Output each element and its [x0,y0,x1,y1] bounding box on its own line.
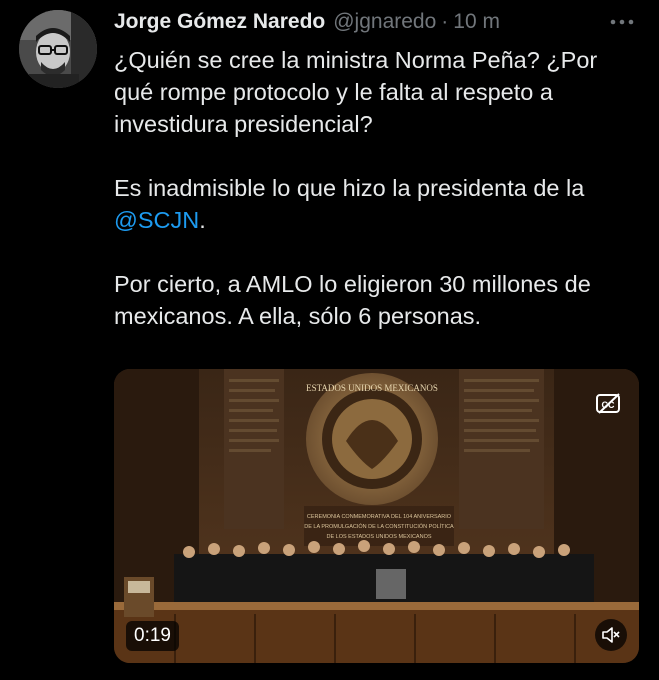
captions-button[interactable]: CC [595,392,623,416]
volume-muted-icon [602,627,620,643]
tweet-paragraph-1: ¿Quién se cree la ministra Norma Peña? ¿… [114,47,598,137]
mention-link[interactable]: @SCJN [114,207,199,233]
more-button[interactable] [605,7,639,37]
mute-button[interactable] [595,619,627,651]
banner-line-2: DE LA PROMULGACIÓN DE LA CONSTITUCIÓN PO… [304,523,454,530]
tweet-header: Jorge Gómez Naredo @jgnaredo · 10 m [114,7,639,37]
header-separator: · [441,10,449,33]
tweet-text: ¿Quién se cree la ministra Norma Peña? ¿… [114,44,639,332]
video-player[interactable]: ESTADOS UNIDOS MEXICANOS CEREMONIA CONME… [114,369,639,663]
more-horizontal-icon [610,19,634,25]
seal-text: ESTADOS UNIDOS MEXICANOS [306,383,438,393]
tweet-paragraph-3: Por cierto, a AMLO lo eligieron 30 millo… [114,271,591,329]
tweet-paragraph-2: Es inadmisible lo que hizo la presidenta… [114,172,639,236]
captions-icon: CC [596,393,620,414]
video-frame: ESTADOS UNIDOS MEXICANOS CEREMONIA CONME… [114,369,639,663]
tweet-timestamp[interactable]: 10 m [453,10,500,34]
banner-line-3: DE LOS ESTADOS UNIDOS MEXICANOS [326,534,431,540]
avatar-photo [19,10,97,88]
author-handle[interactable]: @jgnaredo [333,10,436,34]
video-duration: 0:19 [126,621,179,651]
author-display-name[interactable]: Jorge Gómez Naredo [114,10,325,34]
paragraph-2-end: . [199,207,206,233]
banner-line-1: CEREMONIA CONMEMORATIVA DEL 104 ANIVERSA… [307,514,452,520]
avatar[interactable] [19,10,97,88]
paragraph-2-text: Es inadmisible lo que hizo la presidenta… [114,175,585,201]
